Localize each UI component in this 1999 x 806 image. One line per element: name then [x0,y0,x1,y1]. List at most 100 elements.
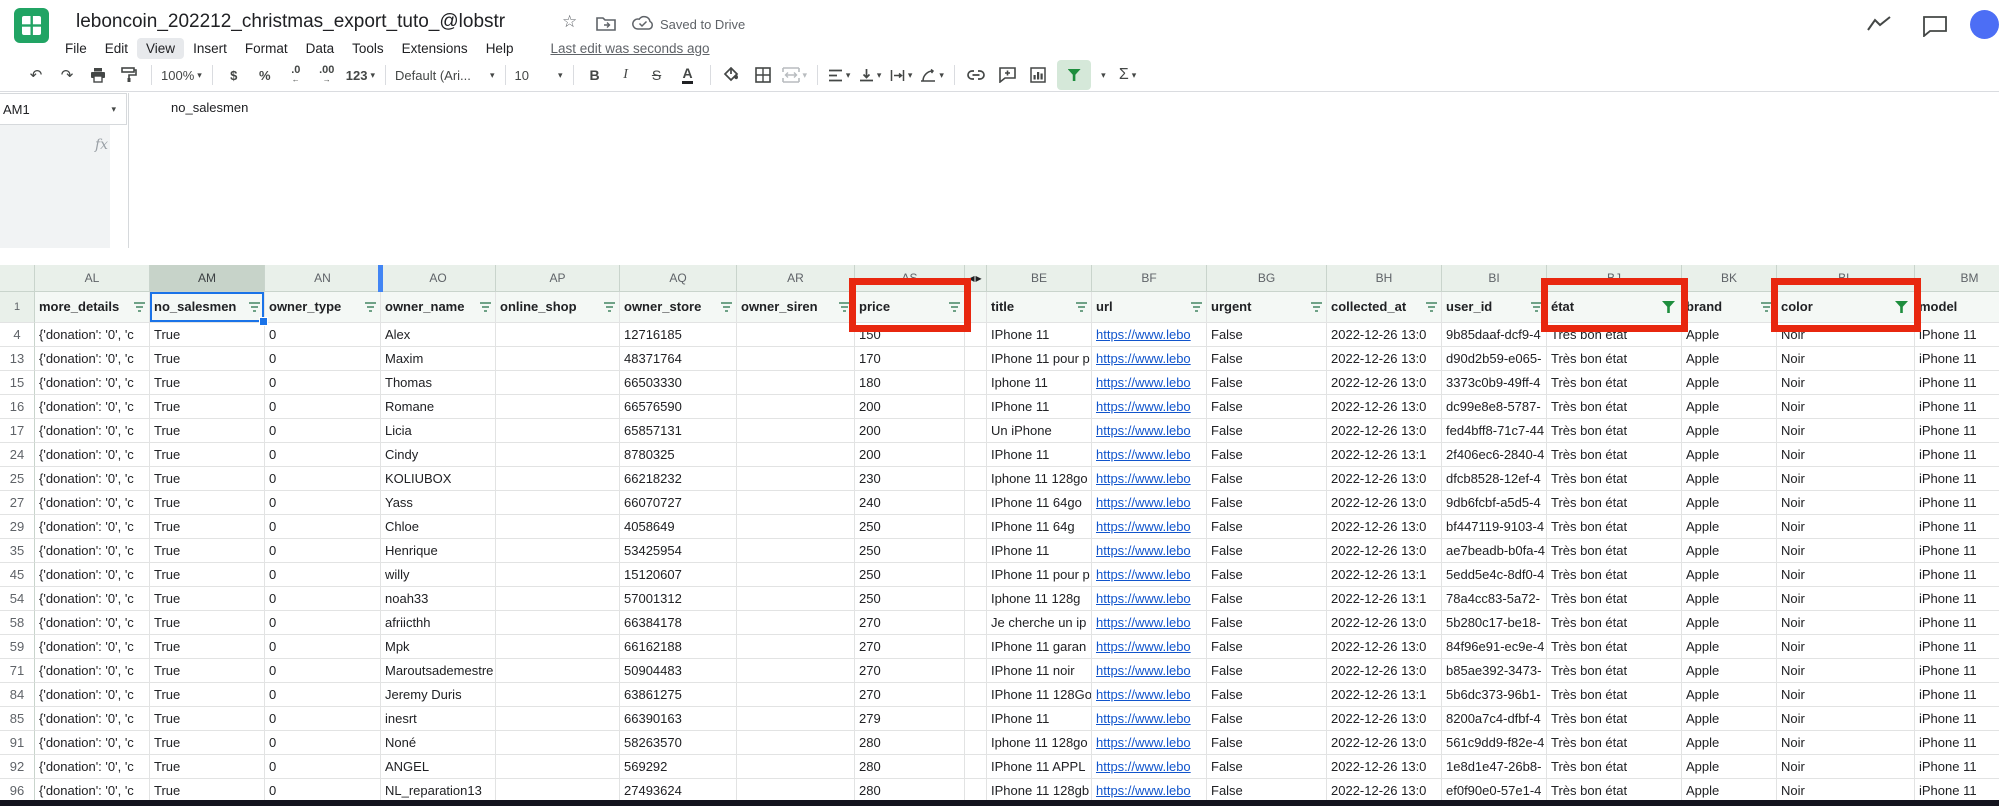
cell-price-54[interactable]: 250 [855,587,965,611]
merge-cells-icon[interactable]: ▾ [782,63,808,87]
cell-online_shop-91[interactable] [496,731,620,755]
menu-edit[interactable]: Edit [96,38,137,59]
cell-user_id-4[interactable]: 9b85daaf-dcf9-4 [1442,323,1547,347]
cell-owner_siren-92[interactable] [737,755,855,779]
cell-owner_siren-54[interactable] [737,587,855,611]
row-header-58[interactable]: 58 [0,611,35,635]
cell-url-4[interactable]: https://www.lebo [1092,323,1207,347]
cell-owner_store-59[interactable]: 66162188 [620,635,737,659]
cell-etat-85[interactable]: Très bon état [1547,707,1682,731]
cell-price-25[interactable]: 230 [855,467,965,491]
cell-owner_type-35[interactable]: 0 [265,539,381,563]
cell-online_shop-13[interactable] [496,347,620,371]
cell-no_salesmen-71[interactable]: True [150,659,265,683]
row-header-59[interactable]: 59 [0,635,35,659]
cell-owner_name-54[interactable]: noah33 [381,587,496,611]
cell-model-16[interactable]: iPhone 11 [1915,395,1999,419]
cell-collected_at-29[interactable]: 2022-12-26 13:0 [1327,515,1442,539]
cell-url-16[interactable]: https://www.lebo [1092,395,1207,419]
cell-gap-4[interactable] [965,323,987,347]
cell-url-15[interactable]: https://www.lebo [1092,371,1207,395]
cell-owner_name-17[interactable]: Licia [381,419,496,443]
cell-no_salesmen-17[interactable]: True [150,419,265,443]
cell-user_id-91[interactable]: 561c9dd9-f82e-4 [1442,731,1547,755]
zoom-select[interactable]: 100%▾ [161,63,202,87]
cell-urgent-92[interactable]: False [1207,755,1327,779]
cell-price-4[interactable]: 150 [855,323,965,347]
text-rotate-icon[interactable]: ▾ [920,63,944,87]
hidden-columns-gap-header[interactable] [965,292,987,323]
cell-brand-92[interactable]: Apple [1682,755,1777,779]
cell-owner_type-45[interactable]: 0 [265,563,381,587]
cell-brand-59[interactable]: Apple [1682,635,1777,659]
cell-collected_at-4[interactable]: 2022-12-26 13:0 [1327,323,1442,347]
row-header-25[interactable]: 25 [0,467,35,491]
cell-owner_name-16[interactable]: Romane [381,395,496,419]
cell-no_salesmen-35[interactable]: True [150,539,265,563]
cell-more_details-35[interactable]: {'donation': '0', 'c [35,539,150,563]
cell-title-4[interactable]: IPhone 11 [987,323,1092,347]
cell-price-13[interactable]: 170 [855,347,965,371]
cell-owner_type-13[interactable]: 0 [265,347,381,371]
cell-collected_at-59[interactable]: 2022-12-26 13:0 [1327,635,1442,659]
hidden-columns-marker[interactable]: ◀▶ [965,265,987,292]
cell-owner_store-85[interactable]: 66390163 [620,707,737,731]
cell-price-45[interactable]: 250 [855,563,965,587]
cell-more_details-27[interactable]: {'donation': '0', 'c [35,491,150,515]
cell-owner_name-84[interactable]: Jeremy Duris [381,683,496,707]
cell-color-92[interactable]: Noir [1777,755,1915,779]
cell-owner_type-58[interactable]: 0 [265,611,381,635]
functions-button[interactable]: Σ▾ [1116,63,1140,87]
column-letter-BJ[interactable]: BJ [1547,265,1682,292]
cell-urgent-24[interactable]: False [1207,443,1327,467]
cell-owner_store-16[interactable]: 66576590 [620,395,737,419]
cell-url-59[interactable]: https://www.lebo [1092,635,1207,659]
cell-price-91[interactable]: 280 [855,731,965,755]
field-header-owner_store[interactable]: owner_store [620,292,737,323]
cell-collected_at-84[interactable]: 2022-12-26 13:1 [1327,683,1442,707]
cell-owner_siren-85[interactable] [737,707,855,731]
cell-owner_type-24[interactable]: 0 [265,443,381,467]
cell-no_salesmen-4[interactable]: True [150,323,265,347]
cell-owner_name-27[interactable]: Yass [381,491,496,515]
cell-online_shop-71[interactable] [496,659,620,683]
cell-owner_store-58[interactable]: 66384178 [620,611,737,635]
field-header-brand[interactable]: brand [1682,292,1777,323]
cell-urgent-15[interactable]: False [1207,371,1327,395]
cell-user_id-15[interactable]: 3373c0b9-49ff-4 [1442,371,1547,395]
cell-brand-45[interactable]: Apple [1682,563,1777,587]
format-percent-button[interactable]: % [253,63,277,87]
cell-title-92[interactable]: IPhone 11 APPL [987,755,1092,779]
cell-owner_siren-16[interactable] [737,395,855,419]
column-letter-BK[interactable]: BK [1682,265,1777,292]
cell-owner_type-25[interactable]: 0 [265,467,381,491]
cell-gap-29[interactable] [965,515,987,539]
cell-more_details-29[interactable]: {'donation': '0', 'c [35,515,150,539]
cell-more_details-4[interactable]: {'donation': '0', 'c [35,323,150,347]
filter-button-title[interactable] [1076,302,1087,312]
cell-etat-59[interactable]: Très bon état [1547,635,1682,659]
cell-url-92[interactable]: https://www.lebo [1092,755,1207,779]
cell-price-71[interactable]: 270 [855,659,965,683]
cell-gap-84[interactable] [965,683,987,707]
font-size-select[interactable]: 10▾ [515,63,563,87]
cell-owner_type-4[interactable]: 0 [265,323,381,347]
cell-collected_at-92[interactable]: 2022-12-26 13:0 [1327,755,1442,779]
cell-etat-27[interactable]: Très bon état [1547,491,1682,515]
cell-owner_store-24[interactable]: 8780325 [620,443,737,467]
cell-owner_store-45[interactable]: 15120607 [620,563,737,587]
cell-title-24[interactable]: IPhone 11 [987,443,1092,467]
cell-url-91[interactable]: https://www.lebo [1092,731,1207,755]
cell-owner_siren-17[interactable] [737,419,855,443]
cell-more_details-16[interactable]: {'donation': '0', 'c [35,395,150,419]
cell-owner_store-29[interactable]: 4058649 [620,515,737,539]
cell-user_id-29[interactable]: bf447119-9103-4 [1442,515,1547,539]
increase-decimals-button[interactable]: .00→ [315,63,339,87]
cell-user_id-85[interactable]: 8200a7c4-dfbf-4 [1442,707,1547,731]
cell-more_details-58[interactable]: {'donation': '0', 'c [35,611,150,635]
cell-price-15[interactable]: 180 [855,371,965,395]
cell-model-15[interactable]: iPhone 11 [1915,371,1999,395]
cell-url-35[interactable]: https://www.lebo [1092,539,1207,563]
cell-more_details-91[interactable]: {'donation': '0', 'c [35,731,150,755]
cell-owner_type-91[interactable]: 0 [265,731,381,755]
